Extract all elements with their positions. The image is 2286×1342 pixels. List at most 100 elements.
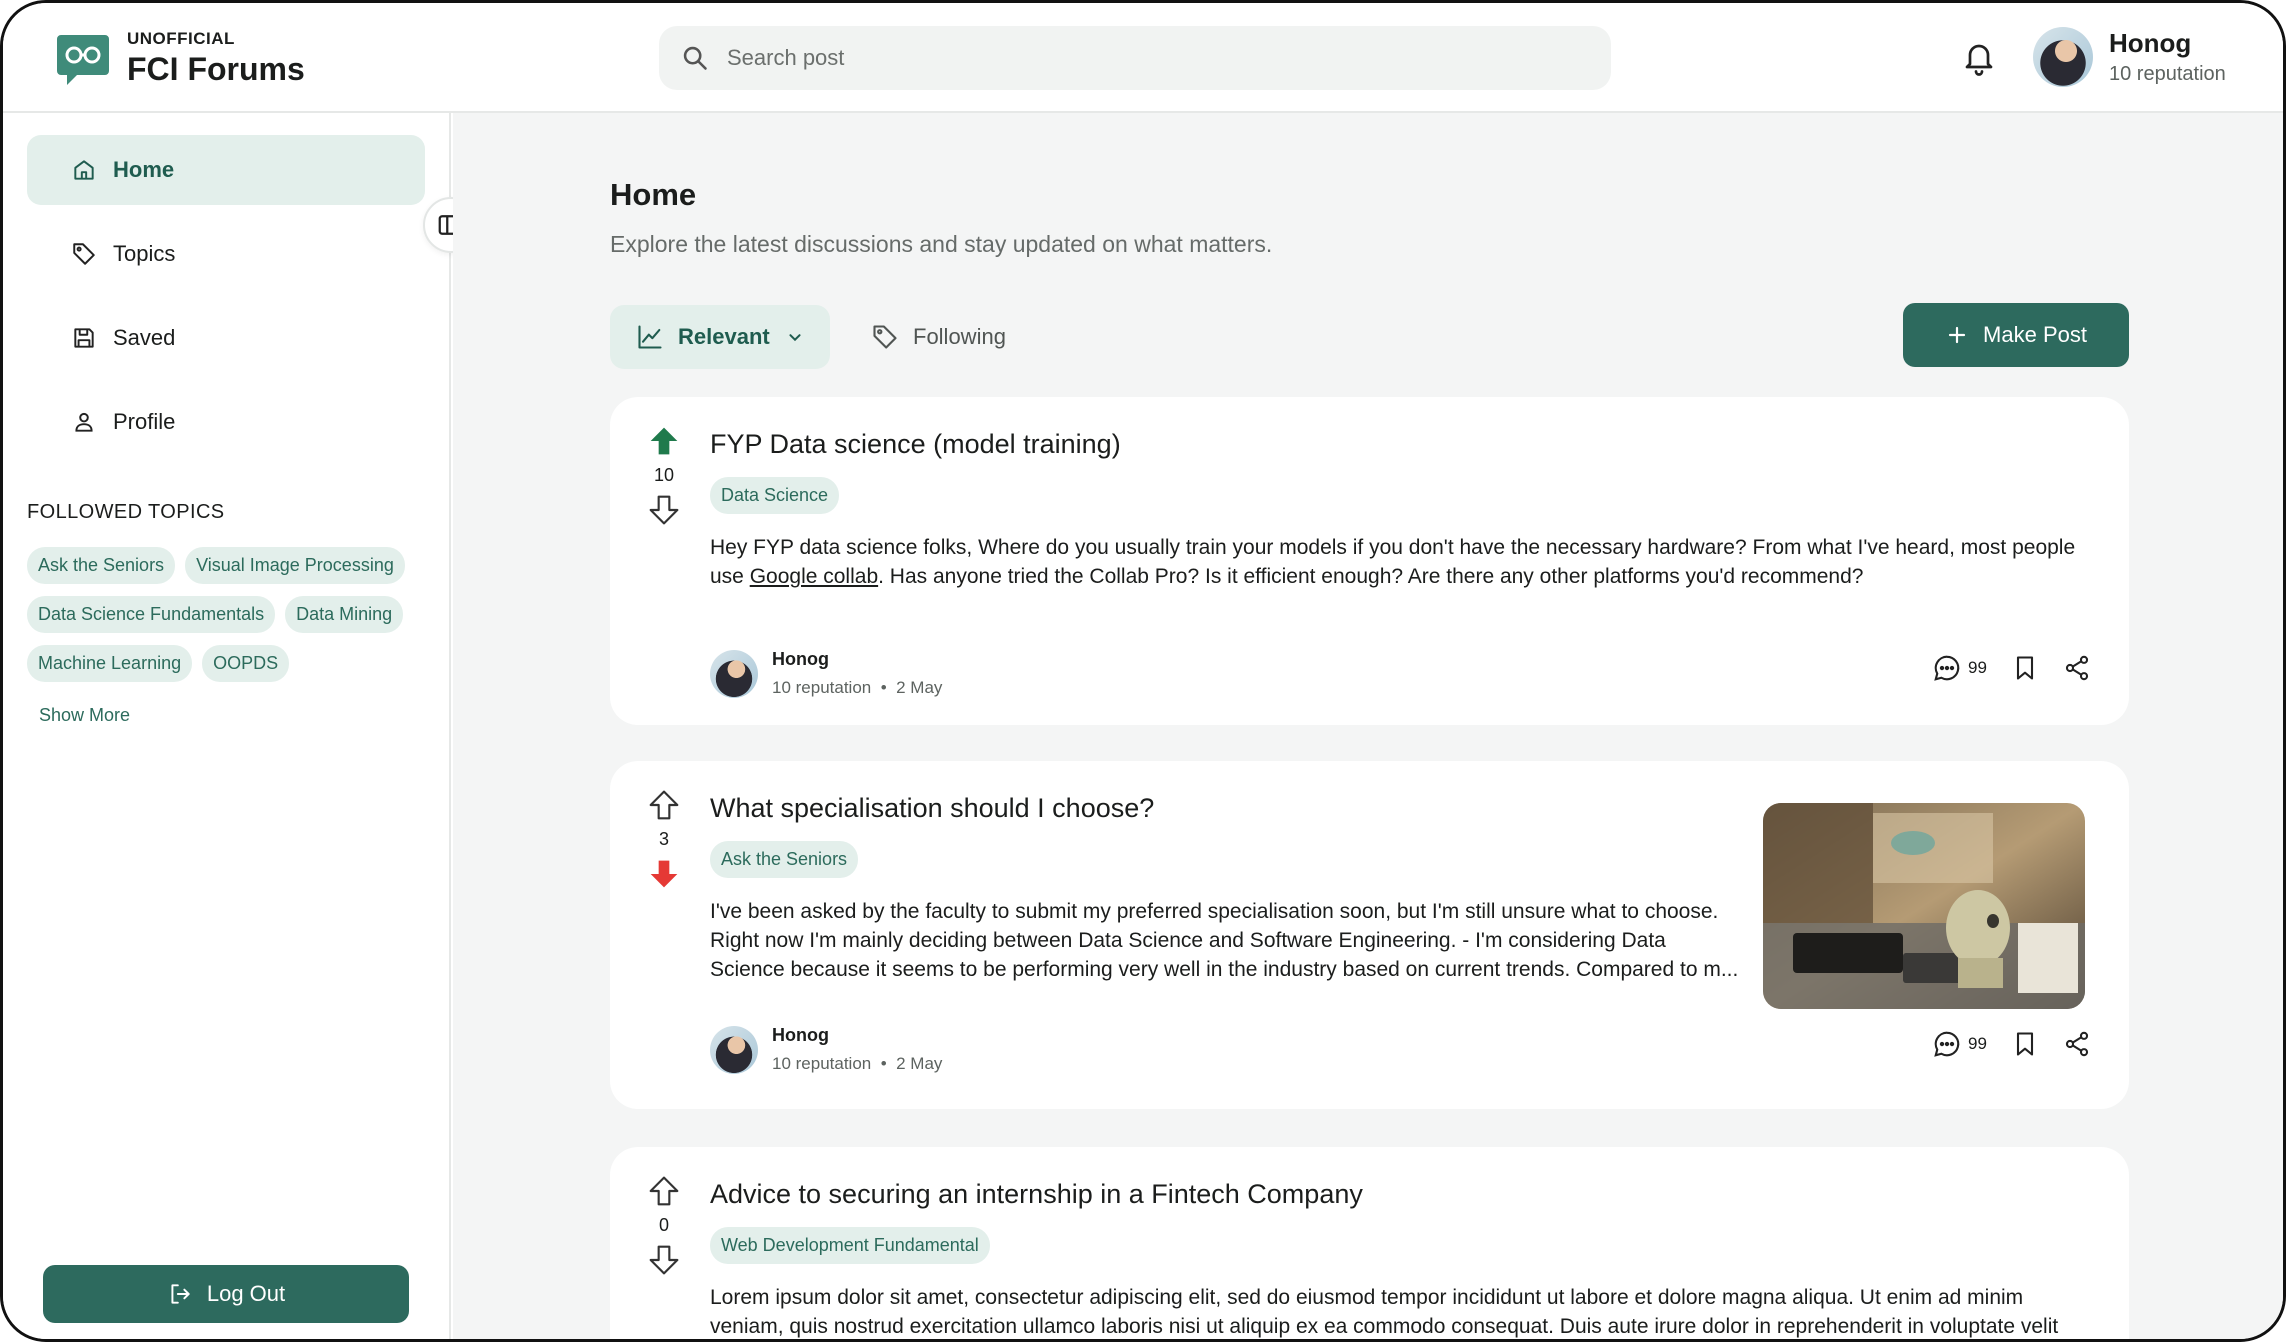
logo-icon: [57, 34, 109, 85]
upvote-arrow-icon[interactable]: [648, 1175, 680, 1207]
tag-icon: [873, 325, 897, 349]
downvote-arrow-icon[interactable]: [648, 1244, 680, 1276]
sidebar-item-label: Saved: [113, 325, 176, 350]
sidebar: Home Topics Saved Profile FOLLOWED TOPIC…: [3, 113, 479, 1339]
post-body-line: Science because it seems to be performin…: [710, 958, 1739, 981]
post-card[interactable]: 10 FYP Data science (model training) Dat…: [610, 397, 2129, 725]
topic-chip[interactable]: Data Mining: [285, 596, 404, 633]
avatar: [2033, 27, 2093, 87]
post-title[interactable]: FYP Data science (model training): [710, 429, 1121, 460]
vote-count: 3: [658, 829, 669, 849]
trend-chart-icon: [638, 325, 662, 349]
downvote-arrow-icon[interactable]: [648, 858, 680, 890]
meta-separator: •: [880, 1054, 887, 1073]
app-window: UNOFFICIAL FCI Forums Honog 10 reputatio…: [0, 0, 2286, 1342]
share-icon[interactable]: [2063, 1030, 2091, 1058]
logout-icon: [171, 1284, 190, 1304]
search-icon: [683, 46, 707, 70]
logo[interactable]: UNOFFICIAL FCI Forums: [55, 29, 305, 88]
author-reputation: 10 reputation: [772, 678, 872, 697]
post-body-line: Hey FYP data science folks, Where do you…: [710, 536, 2076, 559]
top-header: UNOFFICIAL FCI Forums Honog 10 reputatio…: [3, 3, 2283, 113]
bell-icon[interactable]: [1961, 39, 1997, 77]
post-actions: 99: [1932, 1029, 2091, 1059]
post-card[interactable]: 3 What specialisation should I choose? A…: [610, 761, 2129, 1109]
post-title[interactable]: What specialisation should I choose?: [710, 793, 1154, 824]
post-tag[interactable]: Data Science: [710, 477, 840, 514]
chevron-down-icon: [789, 334, 801, 342]
post-body-text: . Has anyone tried the Collab Pro? Is it…: [878, 565, 1864, 588]
post-body-line: Lorem ipsum dolor sit amet, consectetur …: [710, 1286, 2024, 1309]
sidebar-item-label: Topics: [113, 241, 176, 266]
author-name: Honog: [772, 649, 829, 669]
comments-button[interactable]: 99: [1932, 1029, 1987, 1059]
topic-chip[interactable]: Data Science Fundamentals: [27, 596, 276, 633]
avatar: [710, 649, 758, 698]
post-card[interactable]: 0 Advice to securing an internship in a …: [610, 1147, 2129, 1339]
author-name: Honog: [772, 1025, 829, 1045]
following-filter[interactable]: Following: [871, 305, 1006, 369]
page-subtitle: Explore the latest discussions and stay …: [610, 231, 1273, 257]
upvote-arrow-icon[interactable]: [648, 425, 680, 457]
topic-chip[interactable]: Machine Learning: [27, 645, 193, 682]
upvote-arrow-icon[interactable]: [648, 789, 680, 821]
author-meta: 10 reputation • 2 May: [772, 1054, 942, 1074]
post-body-line: Right now I'm mainly deciding between Da…: [710, 929, 1666, 952]
topic-chip[interactable]: Visual Image Processing: [185, 547, 405, 584]
meta-separator: •: [880, 678, 887, 697]
search-input[interactable]: [727, 45, 1577, 71]
user-icon: [75, 412, 93, 432]
home-icon: [74, 160, 94, 180]
downvote-arrow-icon[interactable]: [648, 494, 680, 526]
logo-small-text: UNOFFICIAL: [127, 29, 235, 48]
save-icon: [74, 328, 94, 348]
followed-topics-list: Ask the Seniors Visual Image Processing …: [27, 547, 427, 682]
user-menu[interactable]: Honog 10 reputation: [2033, 27, 2226, 87]
vote-count: 0: [658, 1215, 669, 1235]
comment-icon: [1934, 655, 1960, 681]
sidebar-item-profile[interactable]: Profile: [27, 387, 425, 457]
show-more-link[interactable]: Show More: [39, 705, 130, 726]
post-link[interactable]: Google collab: [750, 565, 878, 588]
comment-count: 99: [1968, 1034, 1987, 1053]
author-reputation: 10 reputation: [772, 1054, 872, 1073]
post-body-line: veniam, quis nostrud exercitation ullamc…: [710, 1315, 2059, 1338]
vote-column: 10: [648, 425, 680, 526]
avatar: [710, 1025, 758, 1074]
post-tag[interactable]: Ask the Seniors: [710, 841, 859, 878]
share-icon[interactable]: [2063, 654, 2091, 682]
vote-column: 0: [648, 1175, 680, 1276]
post-author[interactable]: Honog 10 reputation • 2 May: [710, 649, 942, 698]
post-thumbnail-image[interactable]: [1763, 803, 2085, 1009]
sidebar-item-topics[interactable]: Topics: [27, 219, 425, 289]
make-post-label: Make Post: [1983, 322, 2087, 347]
post-date: 2 May: [896, 678, 943, 697]
topic-chip[interactable]: Ask the Seniors: [27, 547, 176, 584]
post-actions: 99: [1932, 653, 2091, 683]
author-meta: 10 reputation • 2 May: [772, 678, 942, 698]
sort-dropdown-label: Relevant: [678, 324, 770, 349]
plus-icon: [1948, 326, 1966, 344]
post-title[interactable]: Advice to securing an internship in a Fi…: [710, 1179, 1363, 1210]
logo-title: FCI Forums: [127, 51, 305, 87]
post-author[interactable]: Honog 10 reputation • 2 May: [710, 1025, 942, 1074]
bookmark-icon[interactable]: [2011, 654, 2039, 682]
bookmark-icon[interactable]: [2011, 1030, 2039, 1058]
sidebar-item-home[interactable]: Home: [27, 135, 425, 205]
post-body-text: use: [710, 565, 750, 588]
comments-button[interactable]: 99: [1932, 653, 1987, 683]
post-date: 2 May: [896, 1054, 943, 1073]
following-filter-label: Following: [913, 324, 1006, 349]
post-tag[interactable]: Web Development Fundamental: [710, 1227, 990, 1264]
search-bar[interactable]: [659, 26, 1611, 90]
followed-topics-title: FOLLOWED TOPICS: [27, 501, 225, 523]
topic-chip[interactable]: OOPDS: [202, 645, 290, 682]
tag-icon: [73, 243, 95, 265]
make-post-button[interactable]: Make Post: [1903, 303, 2129, 367]
comment-count: 99: [1968, 658, 1987, 677]
vote-count: 10: [653, 465, 675, 485]
sort-dropdown[interactable]: Relevant: [610, 305, 830, 369]
post-body: Hey FYP data science folks, Where do you…: [710, 533, 2075, 591]
logout-button[interactable]: Log Out: [43, 1265, 409, 1323]
sidebar-item-saved[interactable]: Saved: [27, 303, 425, 373]
